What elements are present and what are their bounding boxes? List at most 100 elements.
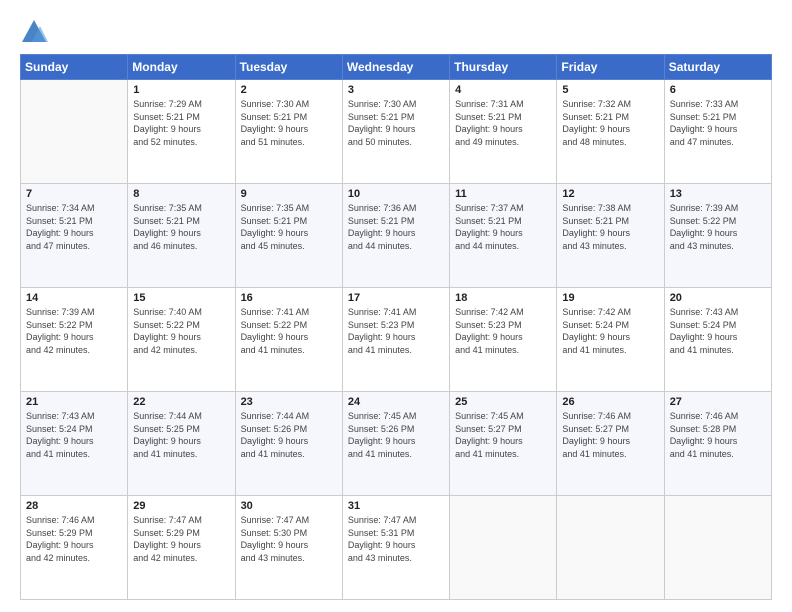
day-info: Sunrise: 7:29 AM Sunset: 5:21 PM Dayligh… — [133, 98, 229, 148]
day-number: 15 — [133, 292, 229, 304]
calendar-cell: 15 Sunrise: 7:40 AM Sunset: 5:22 PM Dayli… — [128, 288, 235, 392]
day-info: Sunrise: 7:42 AM Sunset: 5:23 PM Dayligh… — [455, 306, 551, 356]
header-row: SundayMondayTuesdayWednesdayThursdayFrid… — [21, 55, 772, 80]
calendar-cell: 5 Sunrise: 7:32 AM Sunset: 5:21 PM Daylig… — [557, 80, 664, 184]
logo — [20, 18, 52, 46]
day-number: 26 — [562, 396, 658, 408]
calendar-cell: 6 Sunrise: 7:33 AM Sunset: 5:21 PM Daylig… — [664, 80, 771, 184]
day-info: Sunrise: 7:47 AM Sunset: 5:31 PM Dayligh… — [348, 514, 444, 564]
day-number: 6 — [670, 84, 766, 96]
day-info: Sunrise: 7:32 AM Sunset: 5:21 PM Dayligh… — [562, 98, 658, 148]
calendar-table: SundayMondayTuesdayWednesdayThursdayFrid… — [20, 54, 772, 600]
calendar-cell: 30 Sunrise: 7:47 AM Sunset: 5:30 PM Dayli… — [235, 496, 342, 600]
day-info: Sunrise: 7:46 AM Sunset: 5:29 PM Dayligh… — [26, 514, 122, 564]
day-number: 29 — [133, 500, 229, 512]
day-number: 21 — [26, 396, 122, 408]
calendar-cell: 2Sunrise: 7:30 AM Sunset: 5:21 PM Daylig… — [235, 80, 342, 184]
day-info: Sunrise: 7:39 AM Sunset: 5:22 PM Dayligh… — [26, 306, 122, 356]
day-info: Sunrise: 7:45 AM Sunset: 5:26 PM Dayligh… — [348, 410, 444, 460]
logo-icon — [20, 18, 48, 46]
day-info: Sunrise: 7:34 AM Sunset: 5:21 PM Dayligh… — [26, 202, 122, 252]
col-header-tuesday: Tuesday — [235, 55, 342, 80]
day-number: 3 — [348, 84, 444, 96]
day-info: Sunrise: 7:43 AM Sunset: 5:24 PM Dayligh… — [26, 410, 122, 460]
day-info: Sunrise: 7:41 AM Sunset: 5:23 PM Dayligh… — [348, 306, 444, 356]
calendar-cell: 23Sunrise: 7:44 AM Sunset: 5:26 PM Dayli… — [235, 392, 342, 496]
calendar-cell: 7 Sunrise: 7:34 AM Sunset: 5:21 PM Daylig… — [21, 184, 128, 288]
day-info: Sunrise: 7:40 AM Sunset: 5:22 PM Dayligh… — [133, 306, 229, 356]
day-number: 1 — [133, 84, 229, 96]
day-number: 16 — [241, 292, 337, 304]
calendar-cell: 1 Sunrise: 7:29 AM Sunset: 5:21 PM Daylig… — [128, 80, 235, 184]
calendar-cell: 29 Sunrise: 7:47 AM Sunset: 5:29 PM Dayli… — [128, 496, 235, 600]
day-number: 4 — [455, 84, 551, 96]
day-info: Sunrise: 7:45 AM Sunset: 5:27 PM Dayligh… — [455, 410, 551, 460]
page: SundayMondayTuesdayWednesdayThursdayFrid… — [0, 0, 792, 612]
day-number: 24 — [348, 396, 444, 408]
calendar-cell — [557, 496, 664, 600]
calendar-cell: 8Sunrise: 7:35 AM Sunset: 5:21 PM Daylig… — [128, 184, 235, 288]
calendar-cell: 25 Sunrise: 7:45 AM Sunset: 5:27 PM Dayli… — [450, 392, 557, 496]
day-info: Sunrise: 7:42 AM Sunset: 5:24 PM Dayligh… — [562, 306, 658, 356]
col-header-saturday: Saturday — [664, 55, 771, 80]
calendar-cell: 12Sunrise: 7:38 AM Sunset: 5:21 PM Dayli… — [557, 184, 664, 288]
day-info: Sunrise: 7:43 AM Sunset: 5:24 PM Dayligh… — [670, 306, 766, 356]
col-header-friday: Friday — [557, 55, 664, 80]
day-number: 18 — [455, 292, 551, 304]
day-info: Sunrise: 7:33 AM Sunset: 5:21 PM Dayligh… — [670, 98, 766, 148]
calendar-cell — [450, 496, 557, 600]
day-info: Sunrise: 7:47 AM Sunset: 5:30 PM Dayligh… — [241, 514, 337, 564]
day-number: 27 — [670, 396, 766, 408]
calendar-cell: 27 Sunrise: 7:46 AM Sunset: 5:28 PM Dayli… — [664, 392, 771, 496]
day-number: 30 — [241, 500, 337, 512]
calendar-cell: 20 Sunrise: 7:43 AM Sunset: 5:24 PM Dayli… — [664, 288, 771, 392]
day-info: Sunrise: 7:30 AM Sunset: 5:21 PM Dayligh… — [348, 98, 444, 148]
day-info: Sunrise: 7:47 AM Sunset: 5:29 PM Dayligh… — [133, 514, 229, 564]
calendar-cell: 10Sunrise: 7:36 AM Sunset: 5:21 PM Dayli… — [342, 184, 449, 288]
day-info: Sunrise: 7:35 AM Sunset: 5:21 PM Dayligh… — [241, 202, 337, 252]
day-info: Sunrise: 7:35 AM Sunset: 5:21 PM Dayligh… — [133, 202, 229, 252]
day-number: 10 — [348, 188, 444, 200]
calendar-cell: 13 Sunrise: 7:39 AM Sunset: 5:22 PM Dayli… — [664, 184, 771, 288]
calendar-cell: 4Sunrise: 7:31 AM Sunset: 5:21 PM Daylig… — [450, 80, 557, 184]
day-number: 28 — [26, 500, 122, 512]
header — [20, 18, 772, 46]
week-row-2: 7 Sunrise: 7:34 AM Sunset: 5:21 PM Daylig… — [21, 184, 772, 288]
week-row-4: 21 Sunrise: 7:43 AM Sunset: 5:24 PM Dayli… — [21, 392, 772, 496]
calendar-cell: 17Sunrise: 7:41 AM Sunset: 5:23 PM Dayli… — [342, 288, 449, 392]
day-number: 20 — [670, 292, 766, 304]
col-header-thursday: Thursday — [450, 55, 557, 80]
calendar-cell: 18 Sunrise: 7:42 AM Sunset: 5:23 PM Dayli… — [450, 288, 557, 392]
day-number: 31 — [348, 500, 444, 512]
day-number: 23 — [241, 396, 337, 408]
day-info: Sunrise: 7:39 AM Sunset: 5:22 PM Dayligh… — [670, 202, 766, 252]
day-info: Sunrise: 7:46 AM Sunset: 5:28 PM Dayligh… — [670, 410, 766, 460]
day-number: 5 — [562, 84, 658, 96]
col-header-wednesday: Wednesday — [342, 55, 449, 80]
calendar-cell: 19Sunrise: 7:42 AM Sunset: 5:24 PM Dayli… — [557, 288, 664, 392]
day-number: 7 — [26, 188, 122, 200]
calendar-cell: 3 Sunrise: 7:30 AM Sunset: 5:21 PM Daylig… — [342, 80, 449, 184]
day-number: 9 — [241, 188, 337, 200]
day-info: Sunrise: 7:37 AM Sunset: 5:21 PM Dayligh… — [455, 202, 551, 252]
day-number: 25 — [455, 396, 551, 408]
day-number: 11 — [455, 188, 551, 200]
calendar-cell: 31 Sunrise: 7:47 AM Sunset: 5:31 PM Dayli… — [342, 496, 449, 600]
calendar-cell: 26 Sunrise: 7:46 AM Sunset: 5:27 PM Dayli… — [557, 392, 664, 496]
day-info: Sunrise: 7:41 AM Sunset: 5:22 PM Dayligh… — [241, 306, 337, 356]
week-row-5: 28 Sunrise: 7:46 AM Sunset: 5:29 PM Dayli… — [21, 496, 772, 600]
calendar-cell: 14 Sunrise: 7:39 AM Sunset: 5:22 PM Dayli… — [21, 288, 128, 392]
day-number: 13 — [670, 188, 766, 200]
day-info: Sunrise: 7:38 AM Sunset: 5:21 PM Dayligh… — [562, 202, 658, 252]
calendar-cell — [21, 80, 128, 184]
calendar-cell: 9 Sunrise: 7:35 AM Sunset: 5:21 PM Daylig… — [235, 184, 342, 288]
calendar-cell: 24 Sunrise: 7:45 AM Sunset: 5:26 PM Dayli… — [342, 392, 449, 496]
day-info: Sunrise: 7:46 AM Sunset: 5:27 PM Dayligh… — [562, 410, 658, 460]
day-number: 14 — [26, 292, 122, 304]
week-row-1: 1 Sunrise: 7:29 AM Sunset: 5:21 PM Daylig… — [21, 80, 772, 184]
calendar-cell: 28 Sunrise: 7:46 AM Sunset: 5:29 PM Dayli… — [21, 496, 128, 600]
week-row-3: 14 Sunrise: 7:39 AM Sunset: 5:22 PM Dayli… — [21, 288, 772, 392]
col-header-sunday: Sunday — [21, 55, 128, 80]
calendar-cell: 21 Sunrise: 7:43 AM Sunset: 5:24 PM Dayli… — [21, 392, 128, 496]
calendar-cell: 22Sunrise: 7:44 AM Sunset: 5:25 PM Dayli… — [128, 392, 235, 496]
